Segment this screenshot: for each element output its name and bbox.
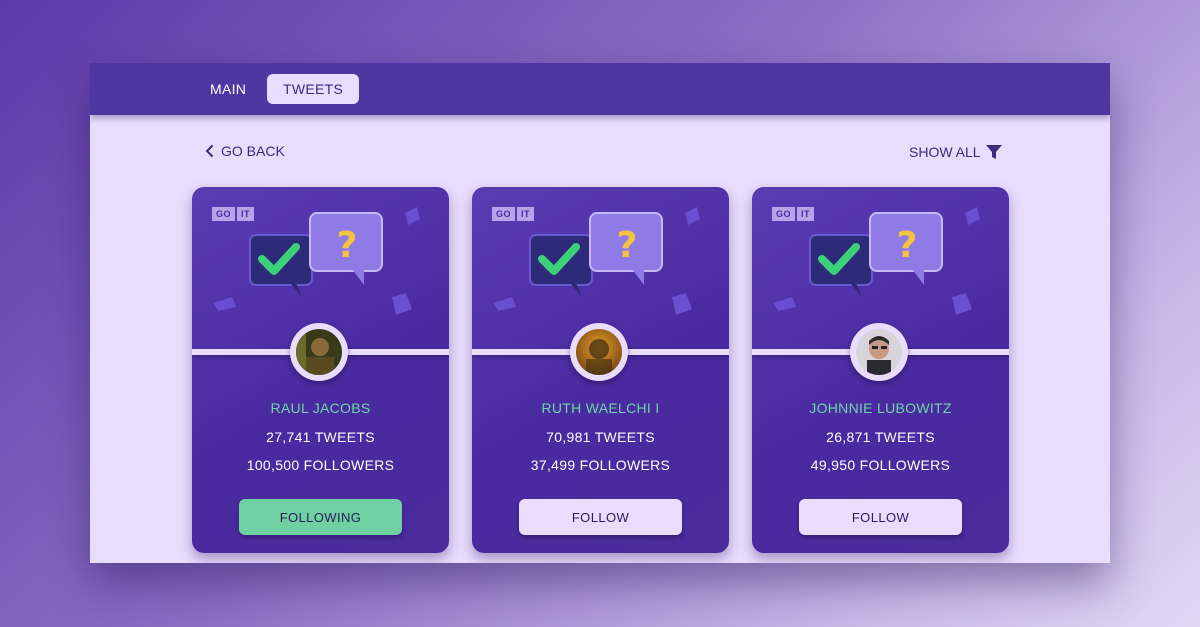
goit-logo: GO IT [212,207,255,221]
goit-logo: GO IT [772,207,815,221]
user-card: ? GO IT RAUL JACOBS 27,741 TWEETS 100,50… [192,187,449,553]
go-back-link[interactable]: GO BACK [205,143,285,159]
avatar [290,323,348,381]
svg-text:?: ? [337,225,358,266]
svg-text:?: ? [897,225,918,266]
avatar [570,323,628,381]
svg-text:?: ? [617,225,638,266]
follow-button[interactable]: FOLLOW [519,499,682,535]
follower-count: 100,500 FOLLOWERS [246,457,395,473]
follow-button[interactable]: FOLLOW [799,499,962,535]
logo-part-go: GO [212,207,236,221]
filter-icon [985,145,1002,159]
show-all-label: SHOW ALL [909,144,981,160]
user-name: RAUL JACOBS [270,400,371,416]
avatar [850,323,908,381]
app-window: MAIN TWEETS GO BACK SHOW ALL ? GO IT RAU… [90,63,1110,563]
tweet-count: 27,741 TWEETS [266,429,375,445]
top-nav-bar: MAIN TWEETS [90,63,1110,115]
avatar-photo [856,329,902,375]
tweet-count: 26,871 TWEETS [826,429,935,445]
logo-part-it: IT [797,207,815,221]
user-name: RUTH WAELCHI I [541,400,660,416]
avatar-photo [296,329,342,375]
show-all-filter-button[interactable]: SHOW ALL [909,143,1003,161]
following-button[interactable]: FOLLOWING [239,499,402,535]
logo-part-it: IT [517,207,535,221]
logo-part-go: GO [492,207,516,221]
tweet-count: 70,981 TWEETS [546,429,655,445]
logo-part-it: IT [237,207,255,221]
chevron-left-icon [205,145,213,157]
tab-tweets[interactable]: TWEETS [267,74,360,104]
avatar-photo [576,329,622,375]
follower-count: 49,950 FOLLOWERS [810,457,951,473]
logo-part-go: GO [772,207,796,221]
follower-count: 37,499 FOLLOWERS [530,457,671,473]
goit-logo: GO IT [492,207,535,221]
user-name: JOHNNIE LUBOWITZ [809,400,952,416]
go-back-label: GO BACK [221,143,285,159]
user-card: ? GO IT RUTH WAELCHI I 70,981 TWEETS 37,… [472,187,729,553]
tab-main[interactable]: MAIN [194,74,262,104]
user-card: ? GO IT JOHNNIE LUBOWITZ 26,871 TWEETS 4… [752,187,1009,553]
